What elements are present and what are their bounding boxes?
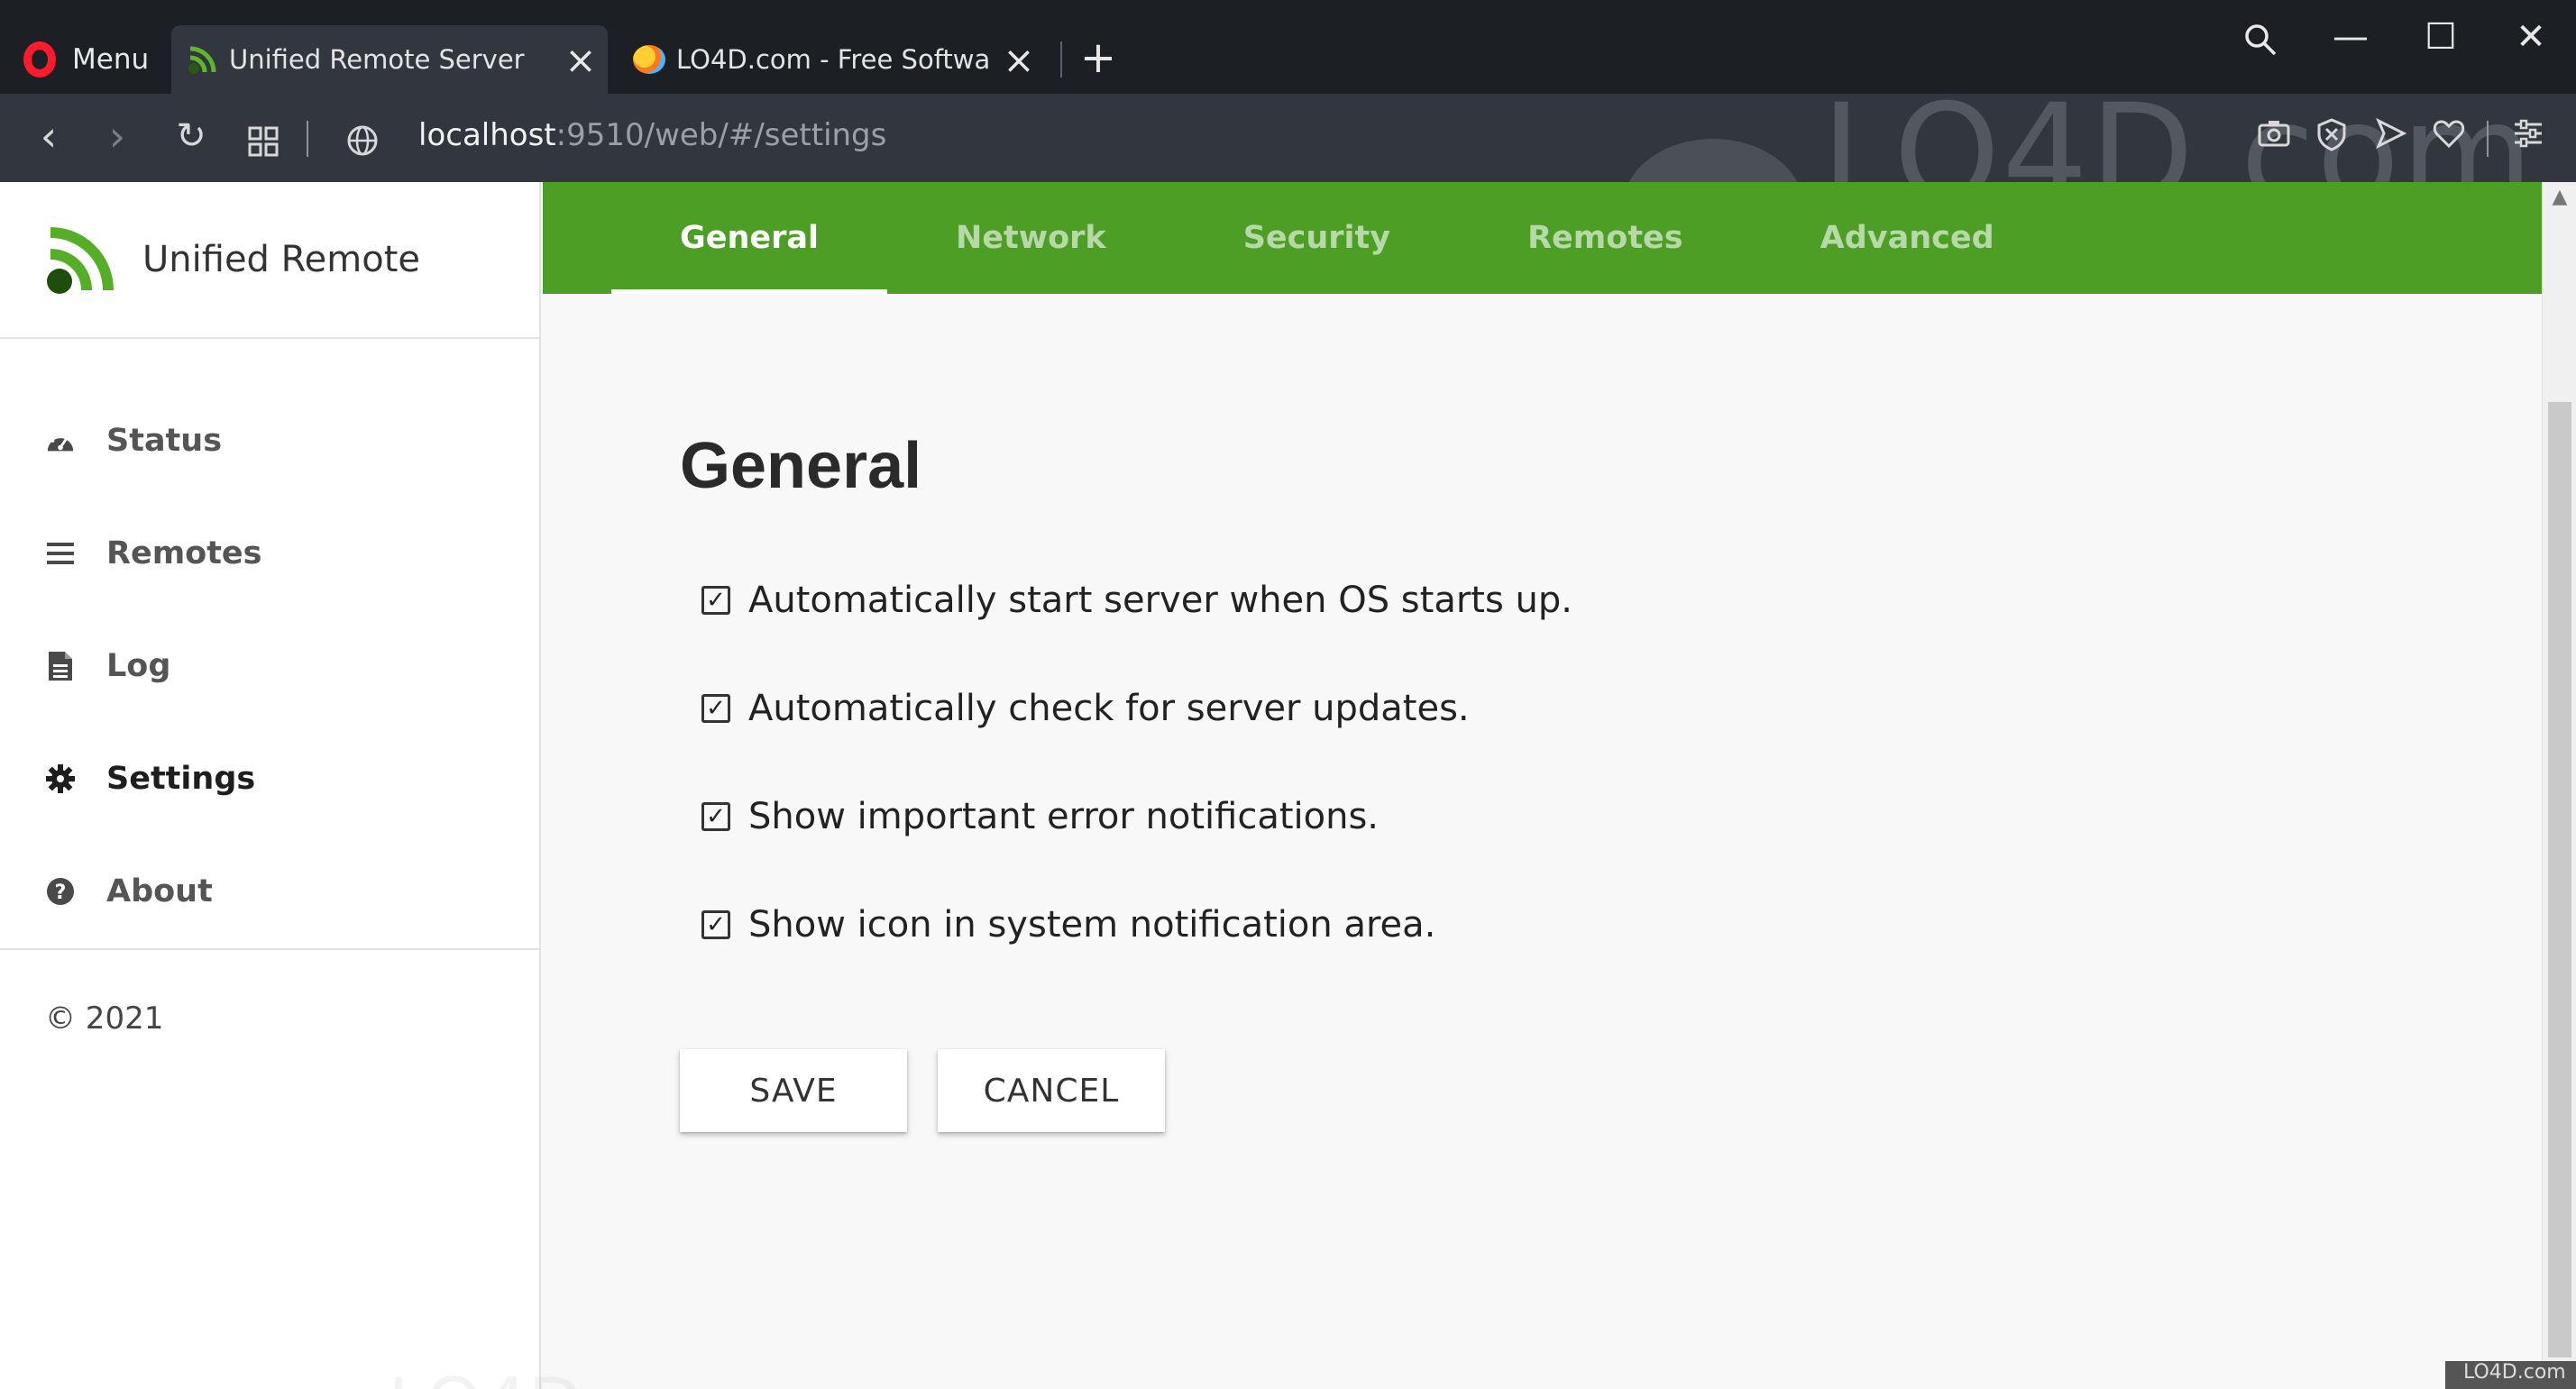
sidebar-item-label: About [106,873,213,909]
page-scrollbar[interactable]: ▲ [2542,182,2576,1389]
close-tab-icon[interactable]: × [554,38,608,82]
tab-title: LO4D.com - Free Software Downloads [676,44,992,75]
tab-advanced[interactable]: Advanced [1752,182,2063,294]
minimize-icon[interactable]: — [2319,16,2382,58]
url-field[interactable]: localhost:9510/web/#/settings [418,117,886,153]
speed-dial-icon[interactable] [236,119,290,168]
scroll-thumb[interactable] [2548,402,2571,1357]
menu-label: Menu [72,43,150,76]
sidebar-item-about[interactable]: ? About [0,835,539,947]
option-check-updates[interactable]: ✓ Automatically check for server updates… [680,654,2542,763]
option-tray-icon[interactable]: ✓ Show icon in system notification area. [680,871,2542,979]
settings-tabs: General Network Security Remotes Advance… [543,182,2542,294]
sidebar-item-label: Settings [106,760,256,797]
tab-separator [1060,41,1062,78]
option-label: Automatically check for server updates. [748,688,1470,729]
sidebar-nav: Status Remotes Log Settings ? About [0,339,539,950]
opera-menu-button[interactable]: Menu [0,25,162,94]
unified-remote-logo-icon [45,224,117,296]
reload-icon[interactable]: ↻ [164,115,218,157]
gear-icon [45,763,76,794]
tab-general[interactable]: General [611,182,887,294]
lo4d-favicon-icon [633,45,665,74]
general-panel: General ✓ Automatically start server whe… [543,429,2542,1132]
scroll-up-icon[interactable]: ▲ [2543,186,2576,208]
opera-logo-icon [23,41,56,78]
camera-icon[interactable] [2249,117,2299,157]
brand-name: Unified Remote [142,239,420,280]
checkbox-checked-icon[interactable]: ✓ [701,802,730,831]
action-buttons: SAVE CANCEL [680,1049,2542,1132]
checkbox-checked-icon[interactable]: ✓ [701,694,730,723]
checkbox-checked-icon[interactable]: ✓ [701,586,730,615]
svg-text:?: ? [55,882,67,904]
send-icon[interactable] [2366,117,2416,158]
option-label: Automatically start server when OS start… [748,580,1572,621]
tab-title: Unified Remote Server [229,44,525,75]
globe-icon[interactable] [335,119,390,168]
dashboard-icon [45,425,76,456]
sidebar-item-settings[interactable]: Settings [0,722,539,835]
sidebar-item-label: Status [106,422,223,459]
option-label: Show important error notifications. [748,796,1380,837]
list-icon [45,538,76,569]
tab-security[interactable]: Security [1175,182,1459,294]
new-tab-icon[interactable]: + [1073,32,1123,83]
settings-content: General Network Security Remotes Advance… [543,182,2542,1389]
option-label: Show icon in system notification area. [748,904,1436,946]
toolbar-separator [2487,121,2489,157]
shield-icon[interactable] [2306,117,2357,160]
sidebar-item-log[interactable]: Log [0,609,539,722]
tab-remotes[interactable]: Remotes [1459,182,1752,294]
tab-unified-remote[interactable]: Unified Remote Server × [171,25,608,94]
option-error-notifications[interactable]: ✓ Show important error notifications. [680,763,2542,871]
easy-setup-icon[interactable] [2503,117,2553,158]
tab-network[interactable]: Network [887,182,1175,294]
document-icon [45,651,76,681]
search-tabs-icon[interactable] [2229,22,2292,67]
close-tab-icon[interactable]: × [992,38,1046,82]
lo4d-corner-watermark: LO4D.com [2445,1361,2576,1389]
sidebar-item-label: Log [106,647,171,684]
sidebar-item-remotes[interactable]: Remotes [0,497,539,609]
checkbox-checked-icon[interactable]: ✓ [701,910,730,939]
back-icon[interactable]: ‹ [22,112,76,160]
forward-icon[interactable]: › [90,112,144,160]
cancel-button[interactable]: CANCEL [938,1049,1165,1132]
sidebar-item-status[interactable]: Status [0,384,539,497]
heart-icon[interactable] [2424,117,2474,157]
tab-lo4d[interactable]: LO4D.com - Free Software Downloads × [622,25,1046,94]
maximize-icon[interactable]: ☐ [2409,16,2472,58]
question-circle-icon: ? [45,876,76,907]
url-host: localhost [418,117,556,153]
address-bar: ‹ › ↻ localhost:9510/web/#/settings LO4D… [0,76,2576,274]
option-auto-start[interactable]: ✓ Automatically start server when OS sta… [680,546,2542,654]
web-page: Unified Remote Status Remotes Log Settin… [0,182,2576,1389]
unified-remote-favicon-icon [188,44,218,75]
panel-title: General [680,430,922,502]
url-path: :9510/web/#/settings [555,117,887,153]
sidebar-item-label: Remotes [106,535,262,571]
close-window-icon[interactable]: ✕ [2499,16,2562,58]
brand[interactable]: Unified Remote [0,182,539,339]
address-separator [307,121,308,157]
save-button[interactable]: SAVE [680,1049,907,1132]
copyright: © 2021 [45,1001,164,1037]
sidebar: Unified Remote Status Remotes Log Settin… [0,182,760,1389]
